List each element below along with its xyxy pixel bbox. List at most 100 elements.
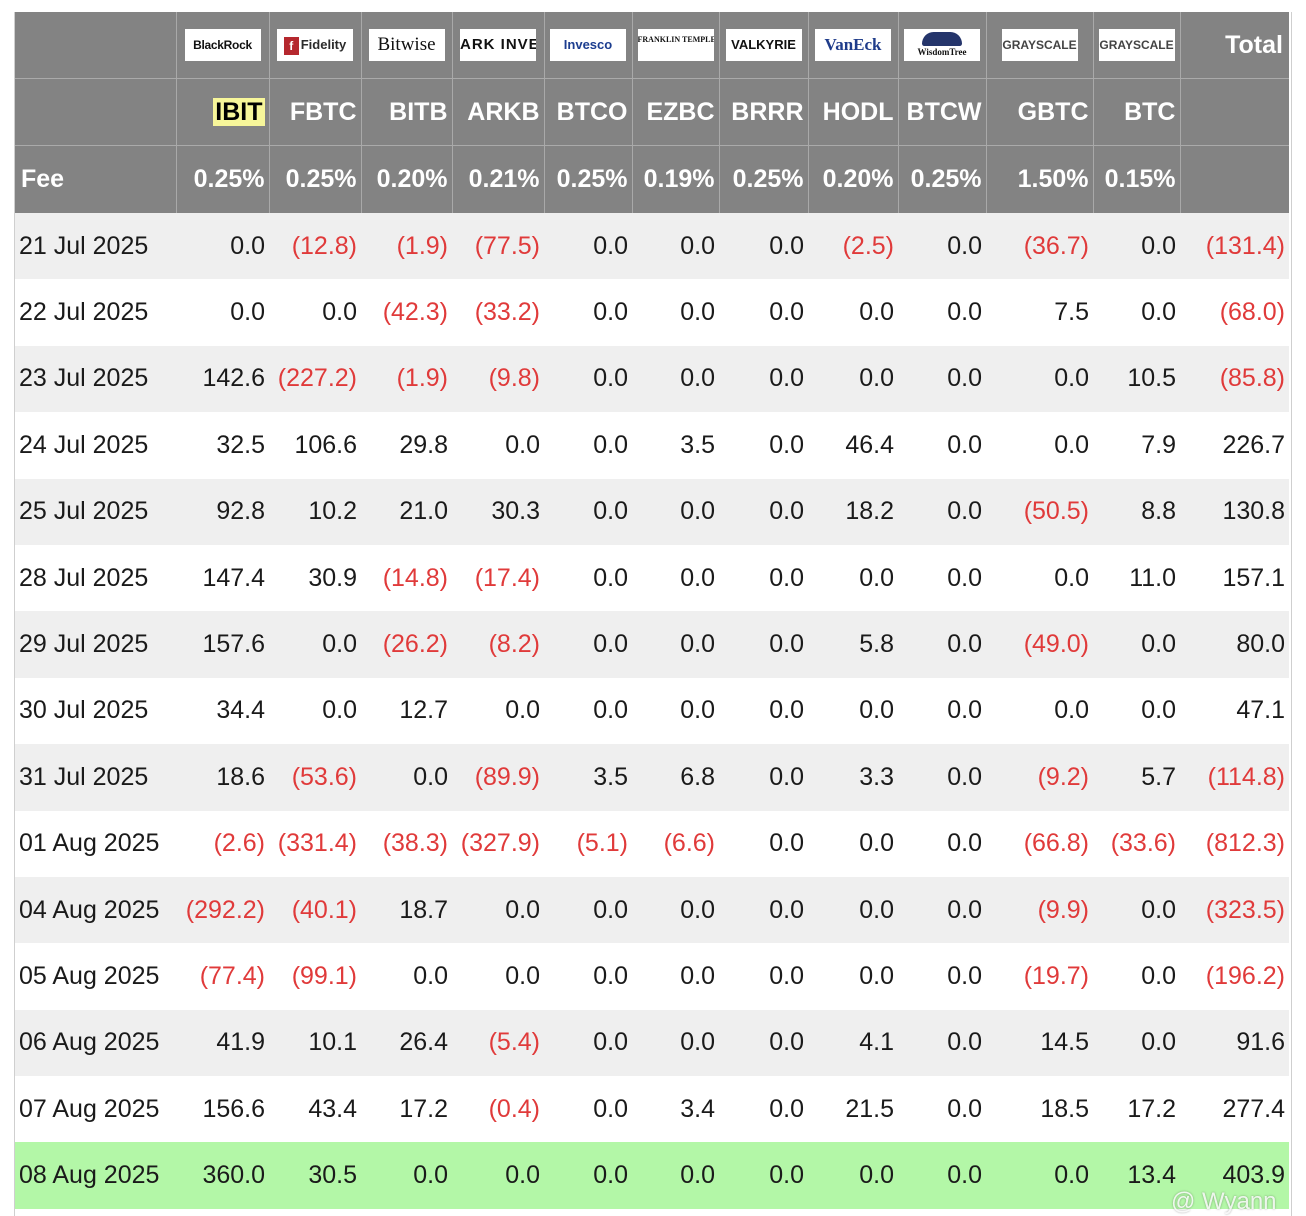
flow-cell: 0.0: [1093, 611, 1180, 678]
flow-cell: (42.3): [361, 279, 452, 346]
table-row: 06 Aug 2025 41.9 10.1 26.4 (5.4) 0.0 0.0 0.0 4.1…: [15, 1009, 1289, 1077]
flow-cell: (50.5): [986, 478, 1093, 545]
flows-body: 21 Jul 2025 0.0 (12.8) (1.9) (77.5) 0.0 0.0 0.0…: [15, 213, 1289, 1209]
table-row: 04 Aug 2025 (292.2) (40.1) 18.7 0.0 0.0 0.0 0.0…: [15, 876, 1289, 944]
corner-cell: [15, 78, 177, 146]
fee-label: Fee: [15, 145, 177, 213]
flow-cell: 142.6: [176, 345, 269, 413]
total-cell: (68.0): [1180, 279, 1289, 346]
flow-cell: 0.0: [632, 478, 719, 545]
flow-cell: 360.0: [176, 1142, 269, 1209]
date-cell: 01 Aug 2025: [15, 810, 176, 877]
flow-cell: (33.6): [1093, 810, 1180, 877]
total-cell: (323.5): [1180, 876, 1289, 944]
flow-cell: 0.0: [632, 279, 719, 346]
flow-cell: 0.0: [898, 279, 986, 346]
total-cell: (85.8): [1180, 345, 1289, 413]
flow-cell: 0.0: [898, 1009, 986, 1077]
flow-cell: (2.6): [176, 810, 269, 877]
flow-cell: (327.9): [452, 810, 544, 877]
valkyrie-logo: VALKYRIE: [725, 29, 802, 61]
fee-cell: 0.20%: [361, 145, 453, 213]
flow-cell: (99.1): [269, 943, 361, 1010]
flow-cell: 0.0: [898, 876, 986, 944]
date-cell: 22 Jul 2025: [15, 279, 176, 346]
fidelity-logo: f Fidelity: [277, 29, 353, 61]
date-cell: 30 Jul 2025: [15, 677, 176, 745]
flow-cell: 0.0: [544, 1009, 632, 1077]
flow-cell: (8.2): [452, 611, 544, 678]
flow-cell: 0.0: [719, 744, 808, 811]
fee-cell: 0.20%: [808, 145, 899, 213]
flow-cell: 156.6: [176, 1076, 269, 1143]
fidelity-logo-text: Fidelity: [300, 37, 347, 52]
wisdomtree-logo: WisdomTree: [904, 29, 980, 61]
wisdomtree-logo-text: WisdomTree: [917, 47, 967, 57]
fee-cell: 1.50%: [986, 145, 1094, 213]
issuer-logo-cell: Invesco: [544, 12, 633, 79]
flow-cell: 0.0: [719, 1076, 808, 1143]
total-ticker-cell: [1180, 78, 1289, 146]
flow-cell: (0.4): [452, 1076, 544, 1143]
flow-cell: 0.0: [452, 1142, 544, 1209]
total-cell: (812.3): [1180, 810, 1289, 877]
flow-cell: 0.0: [808, 544, 898, 612]
flow-cell: 0.0: [632, 544, 719, 612]
total-cell: 157.1: [1180, 544, 1289, 612]
flow-cell: (77.4): [176, 943, 269, 1010]
flow-cell: 3.3: [808, 744, 898, 811]
ticker-cell: FBTC: [269, 78, 362, 146]
date-cell: 07 Aug 2025: [15, 1076, 176, 1143]
flow-cell: (66.8): [986, 810, 1093, 877]
total-cell: (196.2): [1180, 943, 1289, 1010]
issuer-logo-cell: Bitwise: [361, 12, 453, 79]
total-cell: 91.6: [1180, 1009, 1289, 1077]
total-cell: 226.7: [1180, 412, 1289, 479]
flow-cell: 0.0: [719, 478, 808, 545]
flow-cell: 0.0: [632, 677, 719, 745]
total-cell: (131.4): [1180, 213, 1289, 280]
date-cell: 24 Jul 2025: [15, 412, 176, 479]
flow-cell: 18.2: [808, 478, 898, 545]
flow-cell: (6.6): [632, 810, 719, 877]
date-cell: 25 Jul 2025: [15, 478, 176, 545]
flow-cell: 0.0: [719, 279, 808, 346]
flow-cell: 0.0: [719, 412, 808, 479]
flow-cell: 18.7: [361, 876, 452, 944]
flow-cell: 0.0: [986, 544, 1093, 612]
flow-cell: 0.0: [632, 943, 719, 1010]
fee-cell: 0.25%: [176, 145, 270, 213]
ticker-cell: GBTC: [986, 78, 1094, 146]
flow-cell: 0.0: [986, 412, 1093, 479]
flow-cell: 0.0: [632, 1009, 719, 1077]
flow-cell: (5.4): [452, 1009, 544, 1077]
flow-cell: 0.0: [898, 544, 986, 612]
ticker-cell: EZBC: [632, 78, 720, 146]
flow-cell: (77.5): [452, 213, 544, 280]
fee-cell: 0.15%: [1093, 145, 1181, 213]
flow-cell: 0.0: [632, 876, 719, 944]
flow-cell: 0.0: [898, 810, 986, 877]
flow-cell: 0.0: [1093, 213, 1180, 280]
flow-cell: (9.8): [452, 345, 544, 413]
table-row: 24 Jul 2025 32.5 106.6 29.8 0.0 0.0 3.5 0.0 46.4…: [15, 412, 1289, 479]
flow-cell: 0.0: [898, 412, 986, 479]
ticker-cell: BTCO: [544, 78, 633, 146]
flow-cell: 0.0: [452, 943, 544, 1010]
flow-cell: 0.0: [544, 213, 632, 280]
flow-cell: 3.5: [544, 744, 632, 811]
flow-cell: 0.0: [452, 876, 544, 944]
issuer-logo-cell: VanEck: [808, 12, 899, 79]
total-cell: 277.4: [1180, 1076, 1289, 1143]
ticker-cell: BRRR: [719, 78, 809, 146]
flow-cell: 3.4: [632, 1076, 719, 1143]
flow-cell: 0.0: [544, 544, 632, 612]
flow-cell: 21.5: [808, 1076, 898, 1143]
flow-cell: 0.0: [544, 478, 632, 545]
flow-cell: (9.9): [986, 876, 1093, 944]
flow-cell: (227.2): [269, 345, 361, 413]
flow-cell: (1.9): [361, 213, 452, 280]
flow-cell: 0.0: [361, 1142, 452, 1209]
flow-cell: (89.9): [452, 744, 544, 811]
flow-cell: (14.8): [361, 544, 452, 612]
